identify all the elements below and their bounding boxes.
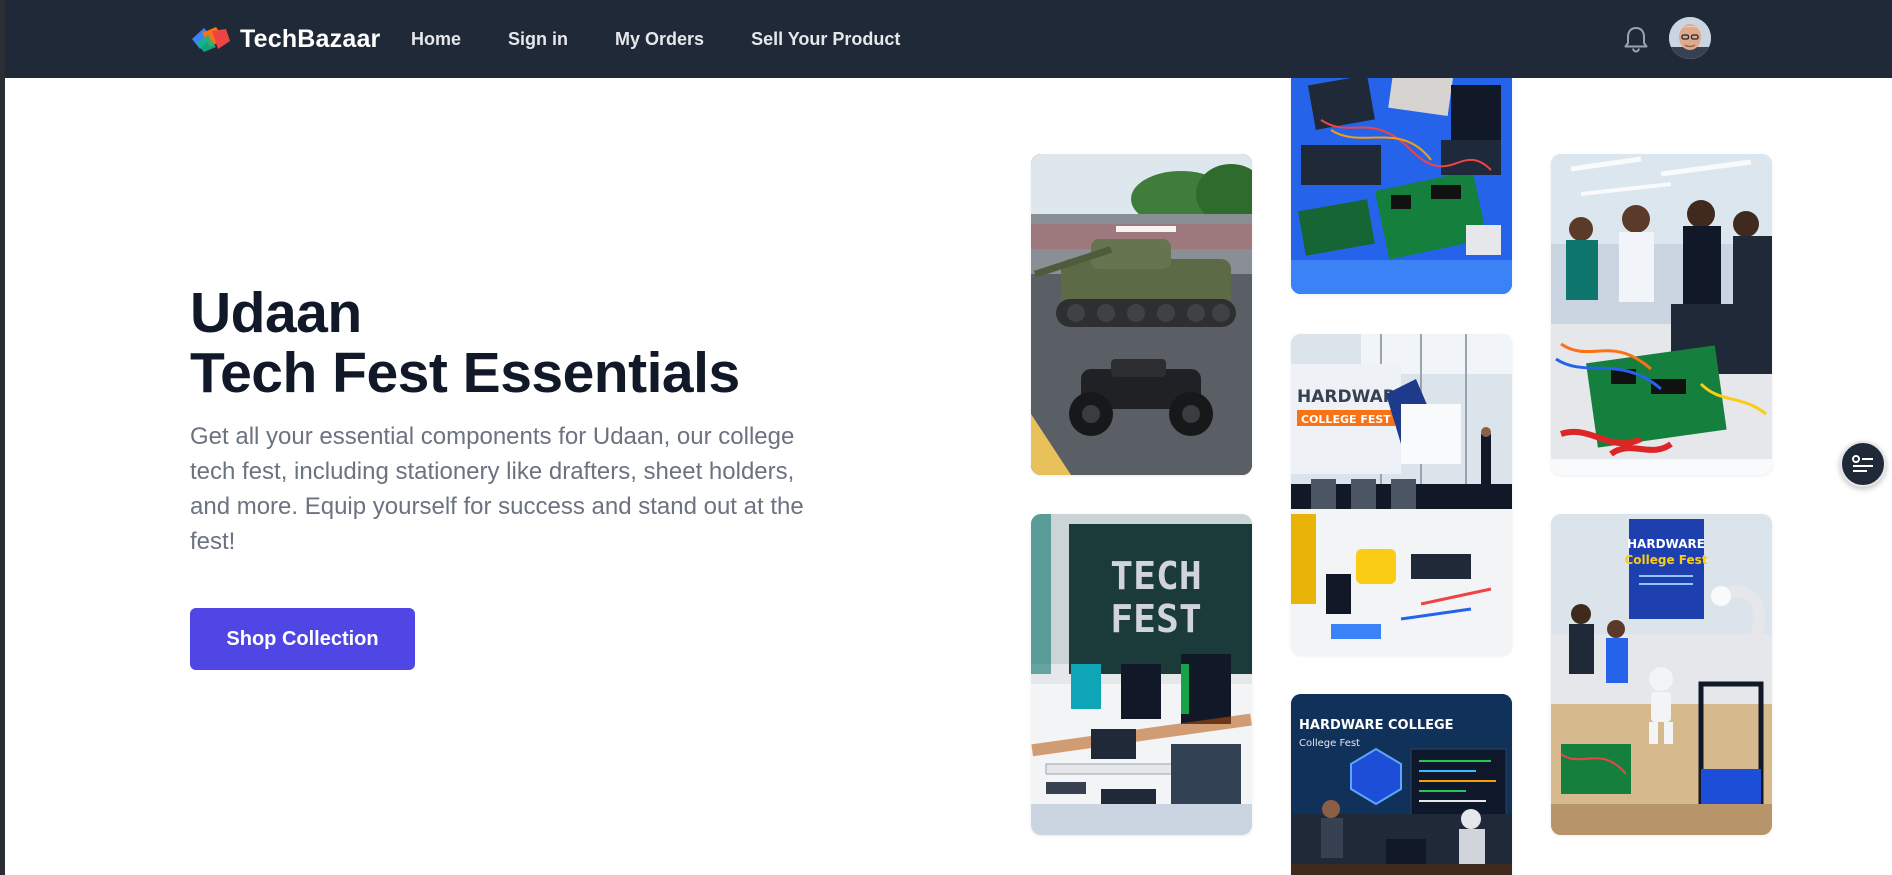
- hardware-college-screen-photo: HARDWARE COLLEGE College Fest: [1291, 694, 1512, 875]
- main-nav: Home Sign in My Orders Sell Your Product: [411, 28, 947, 50]
- hero-description: Get all your essential components for Ud…: [190, 423, 804, 555]
- hero-title: Udaan Tech Fest Essentials: [190, 283, 890, 403]
- bell-icon[interactable]: [1622, 24, 1650, 54]
- brand-logo[interactable]: TechBazaar: [190, 21, 381, 57]
- robot-banner-line2: College Fest: [1624, 553, 1707, 567]
- nav-sign-in-link[interactable]: Sign in: [508, 28, 568, 50]
- screen-banner-line1: HARDWARE COLLEGE: [1299, 718, 1454, 733]
- brand-name: TechBazaar: [240, 24, 381, 53]
- screen-banner-line2: College Fest: [1299, 738, 1360, 749]
- shop-collection-button[interactable]: Shop Collection: [190, 608, 415, 670]
- hero-title-line1: Udaan: [190, 281, 362, 345]
- nav-home-link[interactable]: Home: [411, 28, 461, 50]
- floating-menu-button[interactable]: [1840, 441, 1886, 487]
- rc-tank-and-car-photo: [1031, 154, 1252, 475]
- logo-icon: [192, 27, 230, 52]
- stage-banner-line2: COLLEGE FEST: [1301, 413, 1391, 426]
- top-navbar: TechBazaar Home Sign in My Orders Sell Y…: [0, 0, 1892, 78]
- hero-title-line2: Tech Fest Essentials: [190, 341, 740, 405]
- user-avatar[interactable]: [1669, 17, 1711, 59]
- tech-fest-sign-line1: TECH: [1110, 554, 1202, 598]
- nav-my-orders-link[interactable]: My Orders: [615, 28, 704, 50]
- hardware-college-fest-stage-photo: HARDWARE COLLEGE FEST: [1291, 334, 1512, 655]
- window-edge: [0, 0, 5, 875]
- robot-expo-photo: HARDWARE College Fest: [1551, 514, 1772, 835]
- list-settings-icon: [1852, 455, 1873, 472]
- students-circuit-board-photo: [1551, 154, 1772, 475]
- nav-sell-product-link[interactable]: Sell Your Product: [751, 28, 900, 50]
- robot-banner-line1: HARDWARE: [1627, 537, 1705, 551]
- avatar-portrait: [1669, 17, 1711, 59]
- tech-fest-lab-photo: TECH FEST: [1031, 514, 1252, 835]
- tech-fest-sign-line2: FEST: [1110, 597, 1202, 641]
